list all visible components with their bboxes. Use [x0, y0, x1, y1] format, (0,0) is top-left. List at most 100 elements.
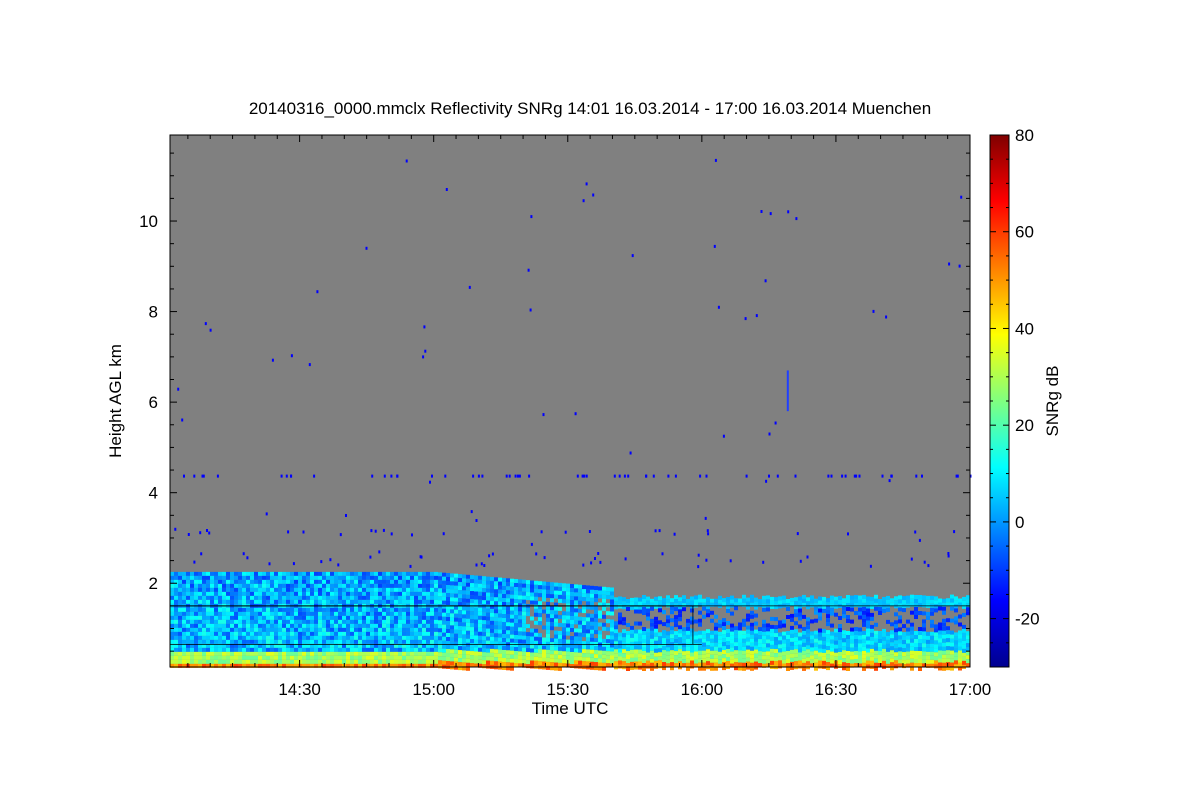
echo-cell [742, 618, 746, 623]
echo-cell [902, 632, 906, 637]
echo-cell [514, 643, 518, 647]
echo-cell [614, 597, 618, 602]
echo-cell [858, 611, 862, 616]
echo-cell [178, 647, 182, 652]
noise-speckle [769, 212, 772, 216]
echo-cell [290, 583, 294, 588]
echo-cell [382, 591, 386, 596]
echo-cell [602, 654, 606, 659]
echo-cell [858, 599, 862, 604]
echo-cell [754, 649, 758, 654]
echo-cell [186, 623, 190, 628]
echo-cell [962, 652, 966, 657]
echo-cell [710, 634, 714, 639]
echo-cell [638, 661, 642, 666]
echo-cell [922, 603, 926, 608]
echo-cell [582, 645, 586, 650]
echo-cell [878, 643, 882, 647]
echo-cell [514, 659, 518, 663]
echo-cell [818, 628, 822, 633]
echo-cell [730, 635, 734, 640]
echo-cell [930, 619, 934, 624]
echo-cell [934, 664, 938, 669]
echo-cell [546, 589, 550, 594]
echo-cell [706, 645, 710, 650]
echo-cell [470, 659, 474, 664]
echo-cell [426, 631, 430, 636]
echo-cell [406, 647, 410, 652]
echo-cell [578, 636, 582, 641]
echo-cell [286, 595, 290, 600]
echo-cell [246, 583, 250, 588]
echo-cell [418, 579, 422, 584]
echo-cell [854, 663, 858, 667]
echo-cell [594, 586, 598, 591]
echo-cell [846, 607, 850, 611]
echo-cell [454, 617, 458, 622]
echo-cell [866, 660, 870, 665]
echo-cell [478, 651, 482, 656]
echo-cell [562, 655, 566, 660]
echo-cell [242, 659, 246, 664]
echo-cell [506, 598, 510, 603]
echo-cell [494, 633, 498, 638]
echo-cell [282, 651, 286, 656]
echo-cell [814, 638, 818, 643]
echo-cell [918, 599, 922, 603]
echo-cell [454, 621, 458, 626]
echo-cell [258, 635, 262, 640]
echo-cell [326, 575, 330, 580]
echo-cell [242, 579, 246, 584]
echo-cell [438, 572, 442, 577]
echo-cell [618, 660, 622, 665]
noise-speckle [390, 474, 393, 478]
noise-speckle [527, 268, 530, 272]
echo-cell [778, 632, 782, 637]
echo-cell [822, 656, 826, 661]
echo-cell [510, 594, 514, 599]
noise-speckle [667, 474, 670, 478]
echo-cell [854, 595, 858, 599]
echo-cell [394, 635, 398, 640]
echo-cell [530, 628, 534, 633]
echo-cell [542, 589, 546, 594]
echo-cell [322, 579, 326, 584]
echo-cell [494, 609, 498, 614]
echo-cell [618, 636, 622, 641]
echo-cell [834, 600, 838, 605]
echo-cell [190, 647, 194, 652]
echo-cell [434, 631, 438, 636]
noise-speckle [799, 559, 802, 563]
echo-cell [570, 624, 574, 628]
echo-cell [922, 639, 926, 644]
echo-cell [482, 624, 486, 629]
echo-cell [302, 655, 306, 660]
echo-cell [446, 597, 450, 601]
echo-cell [546, 601, 550, 606]
echo-cell [942, 650, 946, 655]
echo-cell [386, 635, 390, 640]
echo-cell [502, 622, 506, 626]
echo-cell [930, 623, 934, 628]
echo-cell [910, 634, 914, 639]
echo-cell [246, 623, 250, 628]
noise-speckle [302, 530, 305, 534]
echo-cell [486, 636, 490, 641]
noise-speckle [588, 530, 591, 533]
echo-cell [270, 571, 274, 576]
echo-cell [278, 631, 282, 636]
echo-cell [878, 635, 882, 639]
echo-cell [622, 645, 626, 650]
echo-cell [346, 607, 350, 612]
echo-cell [674, 595, 678, 600]
echo-cell [506, 618, 510, 623]
noise-speckle [202, 474, 205, 478]
echo-cell [238, 651, 242, 656]
echo-cell [726, 645, 730, 649]
echo-cell [846, 615, 850, 619]
echo-cell [222, 651, 226, 656]
echo-cell [770, 616, 774, 621]
echo-cell [298, 627, 302, 632]
echo-cell [778, 624, 782, 629]
echo-cell [182, 627, 186, 632]
